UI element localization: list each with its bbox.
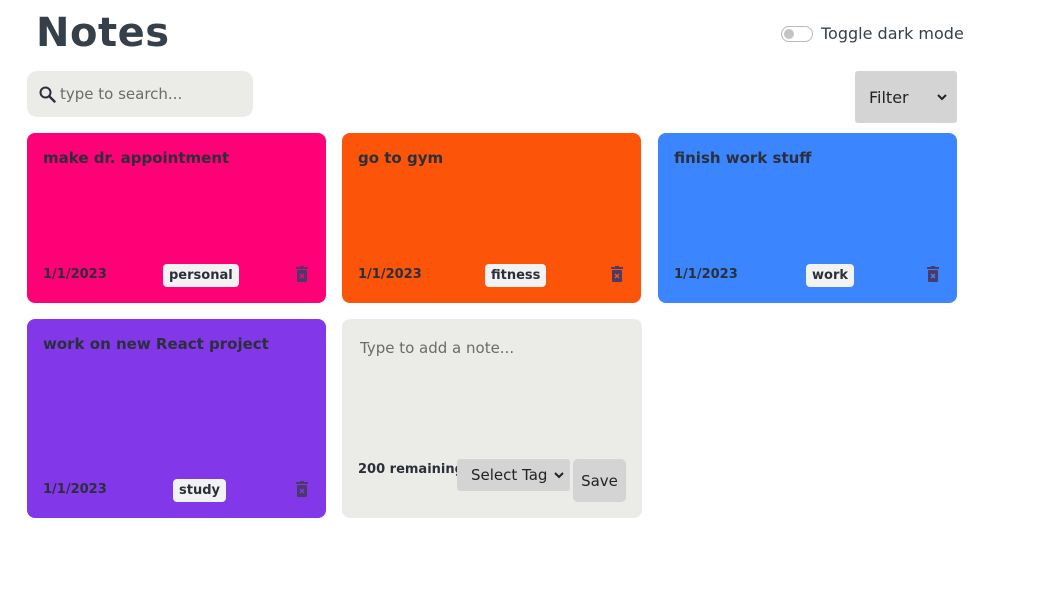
tag-select[interactable]: Select Tag	[457, 459, 570, 491]
filter-label: Filter	[869, 87, 909, 107]
search-bar	[27, 71, 253, 117]
search-icon	[39, 86, 56, 103]
note-tag: personal	[163, 264, 239, 287]
delete-icon[interactable]	[927, 266, 939, 282]
note-text: make dr. appointment	[43, 149, 230, 167]
chevron-down-icon	[554, 471, 564, 478]
note-tag: fitness	[485, 264, 547, 287]
note-card: finish work stuff 1/1/2023 work	[658, 133, 957, 303]
delete-icon[interactable]	[611, 266, 623, 282]
chevron-down-icon	[937, 93, 947, 100]
note-text: work on new React project	[43, 335, 269, 353]
page-title: Notes	[36, 10, 170, 56]
note-tag: study	[173, 479, 226, 502]
note-text: finish work stuff	[674, 149, 812, 167]
note-date: 1/1/2023	[43, 267, 107, 282]
delete-icon[interactable]	[296, 481, 308, 497]
note-tag: work	[806, 264, 854, 287]
tag-select-label: Select Tag	[471, 466, 548, 484]
characters-remaining: 200 remaining	[358, 462, 464, 477]
dark-mode-toggle[interactable]	[781, 25, 813, 42]
note-text: go to gym	[358, 149, 444, 167]
save-button[interactable]: Save	[573, 459, 626, 502]
filter-select[interactable]: Filter	[855, 71, 957, 123]
note-date: 1/1/2023	[674, 267, 738, 282]
note-card: make dr. appointment 1/1/2023 personal	[27, 133, 326, 303]
note-card: work on new React project 1/1/2023 study	[27, 319, 326, 518]
dark-mode-toggle-group: Toggle dark mode	[781, 24, 964, 43]
delete-icon[interactable]	[296, 266, 308, 282]
note-date: 1/1/2023	[358, 267, 422, 282]
new-note-card: 200 remaining Select Tag Save	[342, 319, 642, 518]
new-note-input[interactable]	[360, 339, 620, 429]
note-date: 1/1/2023	[43, 482, 107, 497]
dark-mode-label: Toggle dark mode	[821, 24, 964, 43]
toggle-knob	[784, 28, 794, 39]
note-card: go to gym 1/1/2023 fitness	[342, 133, 641, 303]
search-input[interactable]	[60, 85, 240, 103]
